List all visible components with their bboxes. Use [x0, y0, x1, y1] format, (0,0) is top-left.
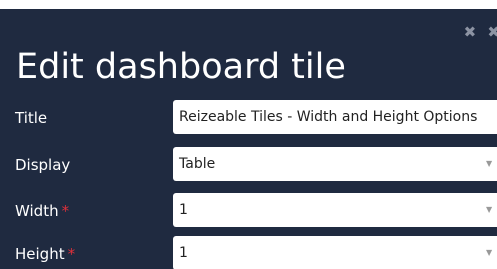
chevron-down-icon: ▼ [486, 248, 493, 257]
height-select[interactable]: 1 ▼ [173, 236, 497, 269]
edit-tile-dialog: ✖ ✖ Edit dashboard tile Title Reizeable … [0, 9, 497, 269]
required-marker: * [61, 202, 70, 220]
close-icon[interactable]: ✖ ✖ [464, 23, 497, 41]
display-select[interactable]: Table ▼ [173, 147, 497, 181]
title-row: Title Reizeable Tiles - Width and Height… [0, 98, 497, 136]
width-label: Width * [15, 202, 69, 220]
height-row: Height * 1 ▼ [0, 234, 497, 269]
title-label: Title [15, 109, 48, 127]
height-label: Height * [15, 245, 75, 263]
width-select[interactable]: 1 ▼ [173, 193, 497, 227]
width-label-text: Width [15, 202, 59, 220]
required-marker: * [67, 245, 76, 263]
chevron-down-icon: ▼ [486, 205, 493, 214]
display-select-value: Table [179, 156, 216, 172]
display-label: Display [15, 156, 71, 174]
chevron-down-icon: ▼ [486, 159, 493, 168]
height-select-value: 1 [179, 245, 188, 261]
dialog-title: Edit dashboard tile [16, 47, 346, 87]
title-input[interactable]: Reizeable Tiles - Width and Height Optio… [173, 100, 497, 134]
width-row: Width * 1 ▼ [0, 191, 497, 229]
display-row: Display Table ▼ [0, 145, 497, 183]
width-select-value: 1 [179, 202, 188, 218]
height-label-text: Height [15, 245, 65, 263]
